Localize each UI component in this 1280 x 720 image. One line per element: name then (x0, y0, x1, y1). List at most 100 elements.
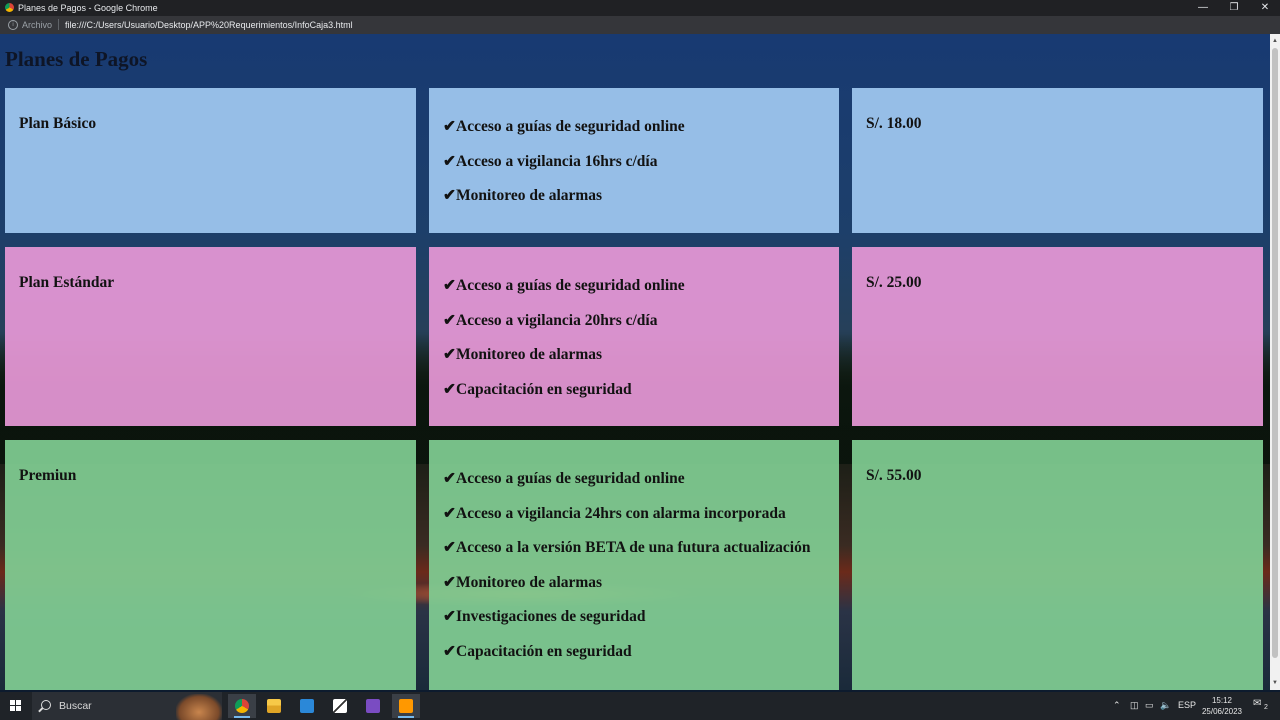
visual-studio-icon (366, 699, 380, 713)
check-icon: ✔ (443, 642, 456, 660)
windows-start-icon[interactable] (10, 700, 22, 712)
chrome-icon (5, 3, 14, 12)
plan-name-cell: Premiun (5, 440, 416, 690)
feature-text: Acceso a guías de seguridad online (456, 470, 685, 487)
check-icon: ✔ (443, 118, 456, 135)
vertical-scrollbar[interactable]: ▲ ▼ (1270, 34, 1280, 690)
address-bar[interactable]: i Archivo file:///C:/Users/Usuario/Deskt… (0, 16, 1280, 34)
check-icon: ✔ (443, 539, 456, 557)
window-title: Planes de Pagos - Google Chrome (18, 3, 158, 13)
check-icon: ✔ (443, 277, 456, 294)
feature-item: ✔Investigaciones de seguridad (443, 608, 811, 643)
feature-item: ✔Acceso a guías de seguridad online (443, 470, 811, 505)
plan-features-cell: ✔Acceso a guías de seguridad online ✔Acc… (429, 440, 839, 690)
feature-item: ✔Acceso a la versión BETA de una futura … (443, 539, 811, 574)
feature-item: ✔Acceso a vigilancia 24hrs con alarma in… (443, 505, 811, 540)
restore-icon[interactable]: ❐ (1222, 1, 1246, 15)
check-icon: ✔ (443, 187, 456, 205)
volume-icon[interactable]: 🔈 (1160, 700, 1171, 711)
scrollbar-thumb[interactable] (1272, 48, 1278, 658)
url-text[interactable]: file:///C:/Users/Usuario/Desktop/APP%20R… (65, 20, 353, 30)
feature-item: ✔Monitoreo de alarmas (443, 574, 811, 609)
check-icon: ✔ (443, 311, 456, 329)
plan-price: S/. 25.00 (866, 274, 922, 291)
plan-price: S/. 18.00 (866, 115, 922, 132)
search-highlight-image (176, 694, 222, 720)
feature-text: Capacitación en seguridad (456, 380, 632, 398)
network-icon[interactable]: ▭ (1145, 700, 1154, 711)
feature-item: ✔Acceso a vigilancia 16hrs c/día (443, 153, 685, 188)
feature-text: Acceso a guías de seguridad online (456, 277, 685, 294)
address-separator (58, 19, 59, 30)
clock-time: 15:12 (1211, 696, 1233, 705)
page-title: Planes de Pagos (5, 47, 148, 71)
plan-name: Premiun (19, 467, 77, 484)
clock[interactable]: 15:12 25/06/2023 (1196, 695, 1248, 717)
feature-text: Acceso a vigilancia 16hrs c/día (456, 152, 658, 170)
feature-text: Monitoreo de alarmas (456, 346, 603, 364)
sublime-text-icon (399, 699, 413, 713)
info-icon[interactable]: i (8, 20, 18, 30)
chevron-up-icon[interactable]: ⌃ (1113, 700, 1121, 711)
plan-name: Plan Básico (19, 115, 97, 132)
taskbar-app-chrome[interactable] (228, 694, 256, 718)
taskbar-app-sublime[interactable] (392, 694, 420, 718)
feature-text: Monitoreo de alarmas (456, 573, 603, 591)
check-icon: ✔ (443, 608, 456, 626)
pen-app-icon (333, 699, 347, 713)
taskbar-search[interactable]: Buscar (32, 692, 222, 720)
feature-item: ✔Capacitación en seguridad (443, 381, 685, 416)
notifications-icon[interactable]: ✉ (1253, 698, 1261, 709)
check-icon: ✔ (443, 346, 456, 364)
check-icon: ✔ (443, 504, 456, 522)
feature-text: Acceso a vigilancia 24hrs con alarma inc… (456, 504, 786, 522)
feature-text: Capacitación en seguridad (456, 642, 632, 660)
store-icon (300, 699, 314, 713)
check-icon: ✔ (443, 470, 456, 487)
scroll-up-icon[interactable]: ▲ (1271, 36, 1279, 46)
plan-features-cell: ✔Acceso a guías de seguridad online ✔Acc… (429, 247, 839, 426)
plan-price-cell: S/. 25.00 (852, 247, 1263, 426)
feature-list: ✔Acceso a guías de seguridad online ✔Acc… (443, 470, 811, 678)
taskbar: Buscar ⌃ ◫ ▭ 🔈 ESP 15:12 25/06/2023 ✉ 2 (0, 692, 1280, 720)
feature-item: ✔Monitoreo de alarmas (443, 187, 685, 222)
plan-name: Plan Estándar (19, 274, 115, 291)
feature-text: Investigaciones de seguridad (456, 608, 646, 626)
search-icon (41, 700, 51, 710)
feature-item: ✔Capacitación en seguridad (443, 643, 811, 678)
feature-text: Monitoreo de alarmas (456, 187, 603, 205)
feature-text: Acceso a la versión BETA de una futura a… (456, 539, 811, 557)
plan-price-cell: S/. 55.00 (852, 440, 1263, 690)
plan-name-cell: Plan Básico (5, 88, 416, 233)
feature-item: ✔Acceso a guías de seguridad online (443, 118, 685, 153)
battery-icon[interactable]: ◫ (1130, 700, 1139, 711)
page-viewport: Planes de Pagos Plan Básico ✔Acceso a gu… (0, 34, 1270, 690)
close-icon[interactable]: ✕ (1253, 1, 1277, 15)
feature-text: Acceso a vigilancia 20hrs c/día (456, 311, 658, 329)
feature-item: ✔Acceso a guías de seguridad online (443, 277, 685, 312)
plan-features-cell: ✔Acceso a guías de seguridad online ✔Acc… (429, 88, 839, 233)
file-explorer-icon (267, 699, 281, 713)
feature-item: ✔Acceso a vigilancia 20hrs c/día (443, 312, 685, 347)
feature-list: ✔Acceso a guías de seguridad online ✔Acc… (443, 118, 685, 222)
check-icon: ✔ (443, 573, 456, 591)
notification-count: 2 (1264, 704, 1268, 711)
check-icon: ✔ (443, 380, 456, 398)
taskbar-app-visual-studio[interactable] (359, 694, 387, 718)
plan-name-cell: Plan Estándar (5, 247, 416, 426)
plan-price: S/. 55.00 (866, 467, 922, 484)
scroll-down-icon[interactable]: ▼ (1271, 678, 1279, 688)
active-indicator (398, 716, 414, 718)
plan-price-cell: S/. 18.00 (852, 88, 1263, 233)
scheme-label: Archivo (22, 20, 53, 30)
minimize-icon[interactable]: — (1191, 1, 1215, 15)
taskbar-app-store[interactable] (293, 694, 321, 718)
feature-text: Acceso a guías de seguridad online (456, 118, 685, 135)
taskbar-app-file-explorer[interactable] (260, 694, 288, 718)
feature-item: ✔Monitoreo de alarmas (443, 346, 685, 381)
search-placeholder: Buscar (59, 700, 92, 712)
window-title-bar: Planes de Pagos - Google Chrome — ❐ ✕ (0, 0, 1280, 16)
taskbar-app-pen[interactable] (326, 694, 354, 718)
language-indicator[interactable]: ESP (1178, 700, 1196, 710)
active-indicator (234, 716, 250, 718)
